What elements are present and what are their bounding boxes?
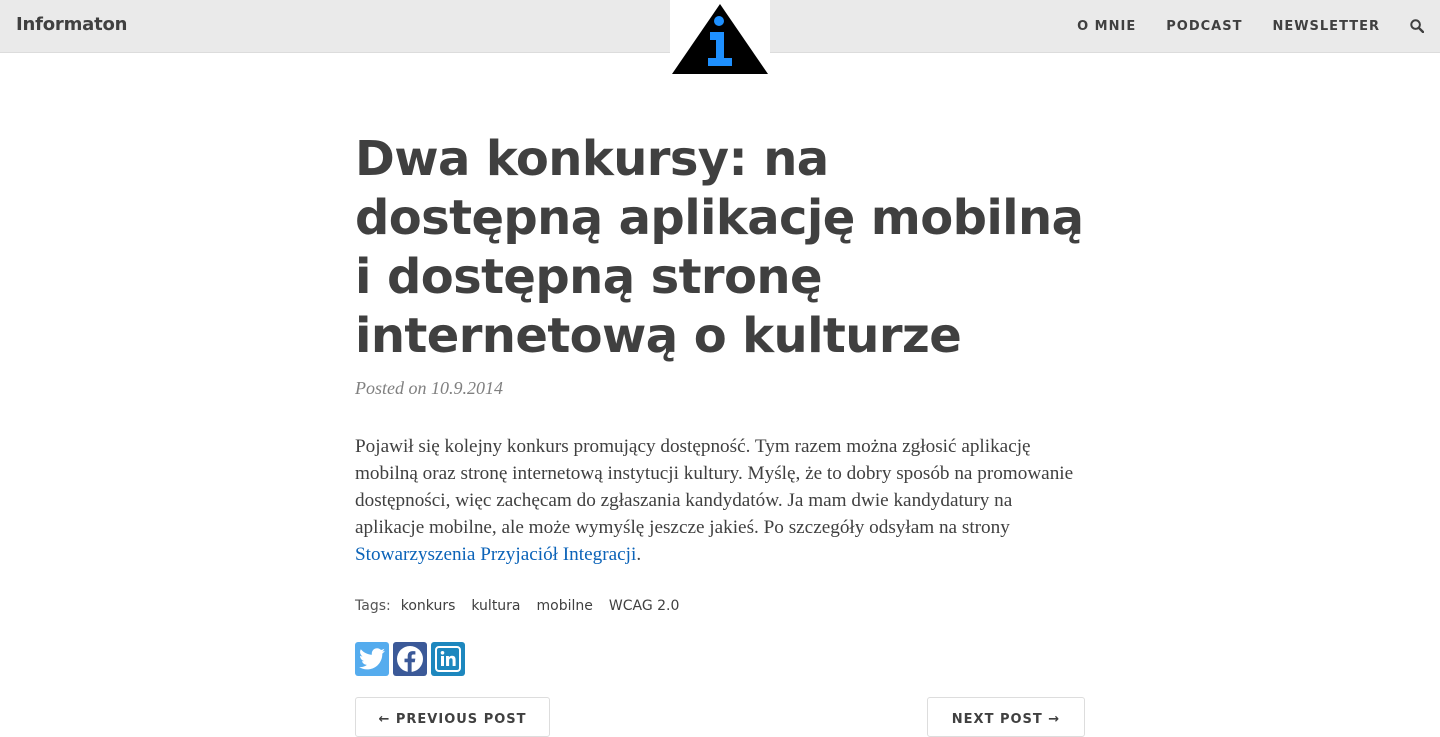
nav-link-o-mnie[interactable]: O MNIE xyxy=(1077,19,1136,34)
integration-link[interactable]: Stowarzyszenia Przyjaciół Integracji xyxy=(355,544,636,565)
next-post-button[interactable]: NEXT POST → xyxy=(927,697,1085,737)
tag-konkurs[interactable]: konkurs xyxy=(401,598,456,614)
twitter-icon xyxy=(359,648,385,670)
post-body-end: . xyxy=(636,544,642,565)
post-title: Dwa konkursy: na dostępną aplikację mobi… xyxy=(355,131,1084,364)
nav-link-newsletter[interactable]: NEWSLETTER xyxy=(1272,19,1380,34)
post-article: Dwa konkursy: na dostępną aplikację mobi… xyxy=(355,130,1085,676)
brand-link[interactable]: Informaton xyxy=(16,14,127,35)
info-triangle-logo xyxy=(672,4,768,74)
tag-wcag[interactable]: WCAG 2.0 xyxy=(609,598,680,614)
facebook-share-button[interactable] xyxy=(393,642,427,676)
tags-label: Tags: xyxy=(355,598,391,614)
post-body: Pojawił się kolejny konkurs promujący do… xyxy=(355,433,1085,568)
linkedin-icon xyxy=(435,646,461,672)
search-icon[interactable] xyxy=(1410,19,1424,33)
site-logo[interactable] xyxy=(670,0,770,78)
tags-row: Tags: konkurs kultura mobilne WCAG 2.0 xyxy=(355,598,1085,614)
post-body-text: Pojawił się kolejny konkurs promujący do… xyxy=(355,436,1074,538)
previous-post-button[interactable]: ← PREVIOUS POST xyxy=(355,697,550,737)
twitter-share-button[interactable] xyxy=(355,642,389,676)
facebook-icon xyxy=(397,646,423,672)
post-meta: Posted on 10.9.2014 xyxy=(355,378,503,398)
nav-links: O MNIE PODCAST NEWSLETTER xyxy=(1077,0,1440,52)
tag-kultura[interactable]: kultura xyxy=(471,598,520,614)
nav-link-podcast[interactable]: PODCAST xyxy=(1166,19,1242,34)
tag-mobilne[interactable]: mobilne xyxy=(537,598,593,614)
share-buttons xyxy=(355,642,1085,676)
linkedin-share-button[interactable] xyxy=(431,642,465,676)
